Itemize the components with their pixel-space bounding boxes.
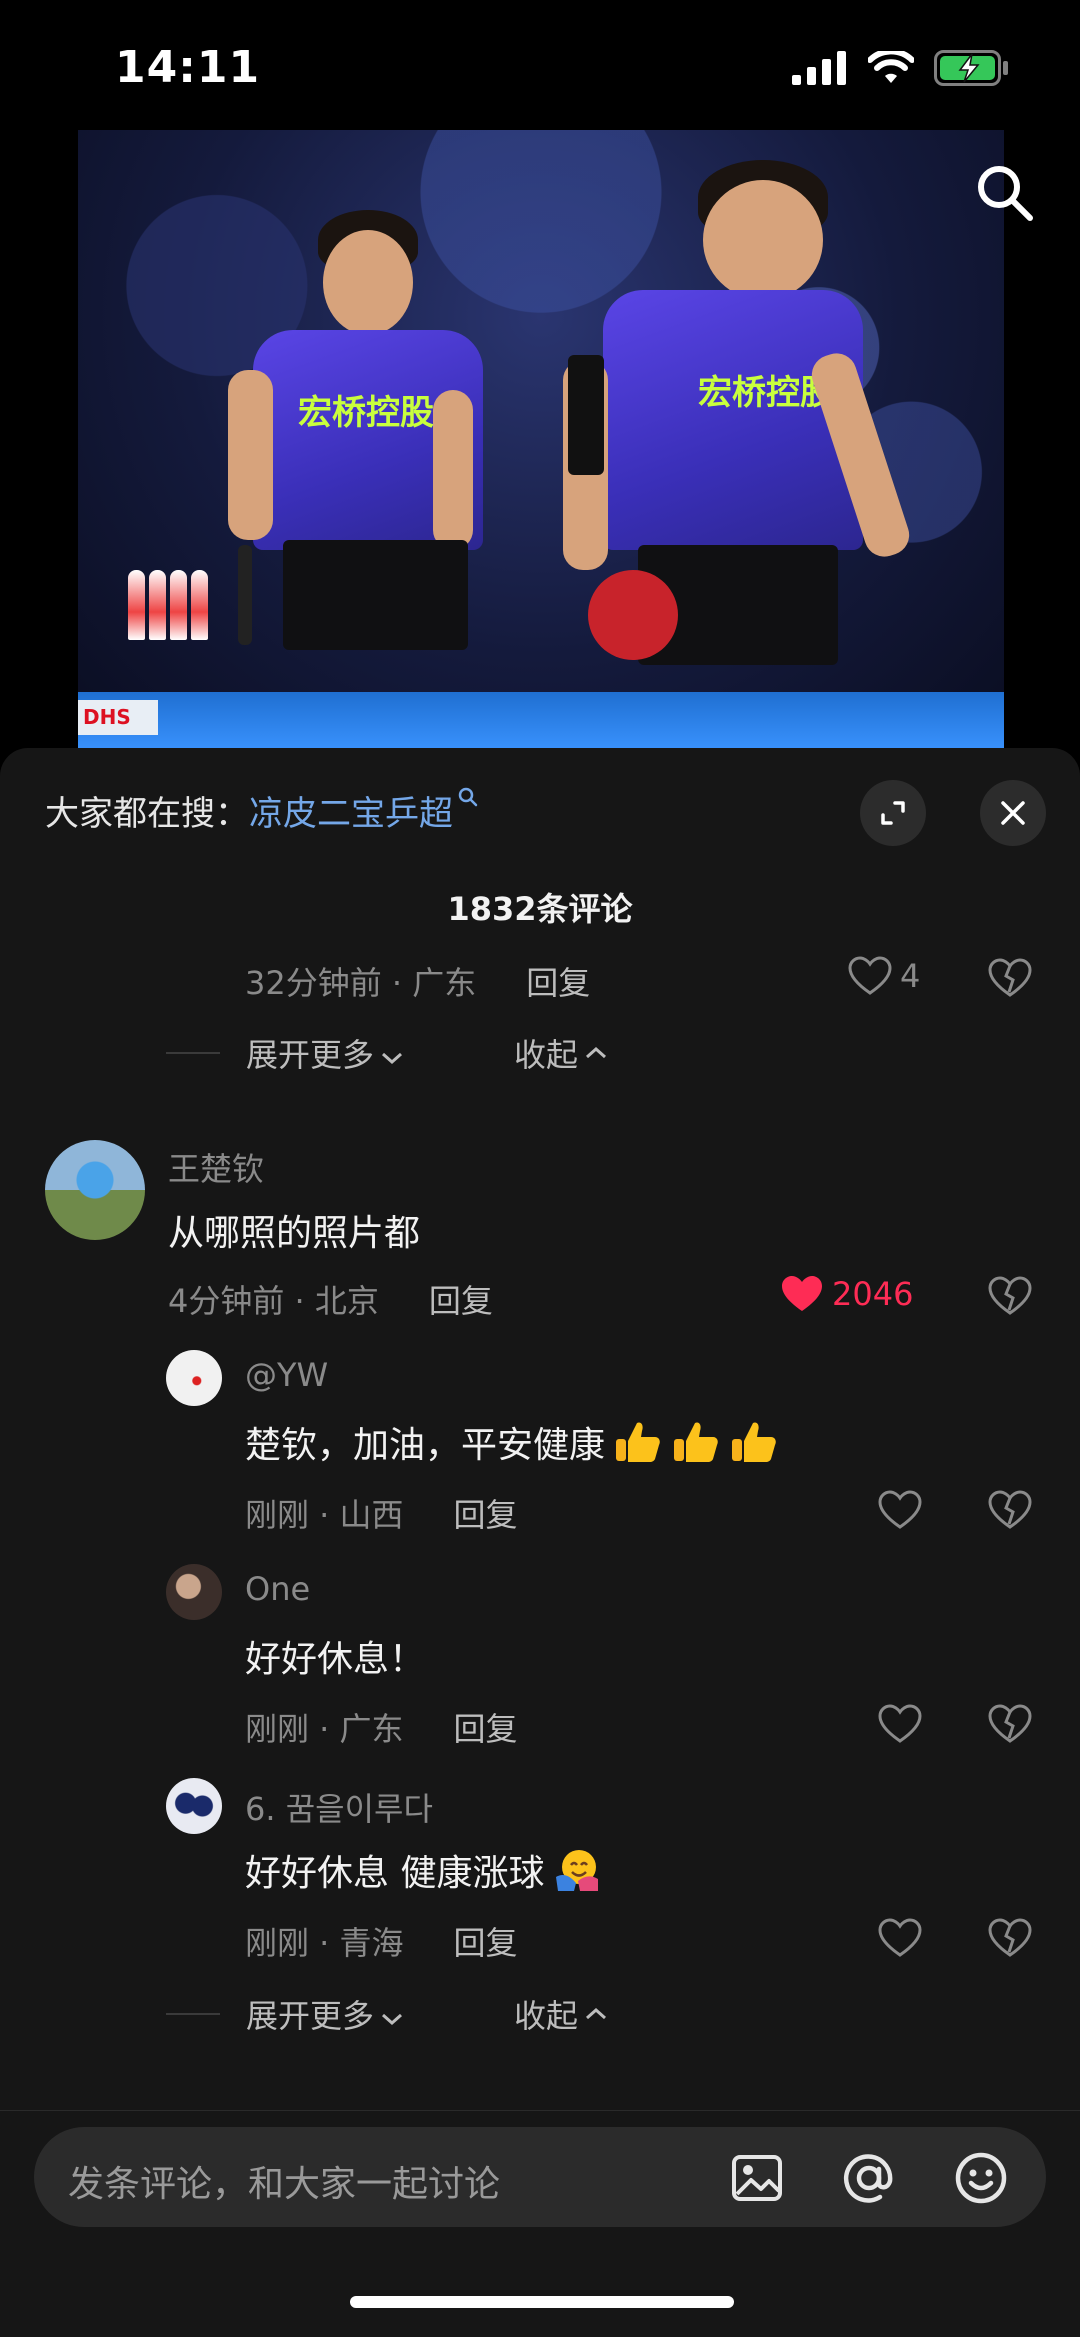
reply-1-broken-heart-icon[interactable] — [988, 1490, 1032, 1530]
thumbs-up-icon — [616, 1422, 660, 1462]
image-picker-button[interactable] — [728, 2149, 786, 2207]
jersey-text-left: 宏桥控股 — [298, 393, 434, 433]
reply-2-time-location: 刚刚 · 广东 — [245, 1710, 404, 1748]
reply-1-heart-outline-icon[interactable] — [878, 1490, 922, 1530]
expand-icon — [881, 801, 905, 825]
top-expand-more-button[interactable]: 展开更多 — [246, 1030, 404, 1076]
hot-search[interactable]: 大家都在搜：凉皮二宝乒超 — [45, 786, 479, 835]
reply-2-username[interactable]: One — [245, 1570, 310, 1608]
hot-search-icon — [458, 787, 478, 807]
bottom-collapse-button[interactable]: 收起 — [514, 1991, 608, 2037]
sheet-header: 大家都在搜：凉皮二宝乒超 — [0, 748, 1080, 858]
emoji-button[interactable] — [952, 2149, 1010, 2207]
image-icon — [732, 2155, 782, 2201]
main-comment-like-count: 2046 — [832, 1275, 914, 1313]
reply-1-meta: 刚刚 · 山西 回复 — [245, 1490, 518, 1536]
reply-2-meta: 刚刚 · 广东 回复 — [245, 1704, 518, 1750]
reply-2-text: 好好休息！ — [245, 1639, 426, 1680]
top-reply-like-count: 4 — [900, 957, 921, 995]
water-bottles — [128, 570, 208, 640]
reply-1-time-location: 刚刚 · 山西 — [245, 1496, 404, 1534]
player-left: 宏桥控股 — [228, 210, 488, 752]
main-comment-broken-heart-icon[interactable] — [988, 1276, 1032, 1316]
reply-1-reply-button[interactable]: 回复 — [454, 1490, 518, 1536]
status-bar: 14:11 — [0, 0, 1080, 130]
reply-3-broken-heart-icon[interactable] — [988, 1918, 1032, 1958]
reply-1-avatar[interactable] — [166, 1350, 222, 1406]
main-comment-reply-button[interactable]: 回复 — [429, 1276, 493, 1322]
reply-3-time-location: 刚刚 · 青海 — [245, 1924, 404, 1962]
expand-sheet-button[interactable] — [860, 780, 926, 846]
wifi-icon — [868, 51, 914, 83]
chevron-down-icon — [382, 1052, 403, 1065]
reply-1-username[interactable]: @YW — [245, 1356, 328, 1394]
reply-3-heart-outline-icon[interactable] — [878, 1918, 922, 1958]
hot-search-keyword[interactable]: 凉皮二宝乒超 — [249, 794, 453, 834]
main-comment-like-button[interactable]: 2046 — [780, 1274, 913, 1314]
mention-button[interactable] — [840, 2149, 898, 2207]
comment-sheet: 大家都在搜：凉皮二宝乒超 1832条评论 32分钟前 · 广东 回复 4 展开更… — [0, 748, 1080, 2337]
at-sign-icon — [843, 2154, 893, 2203]
reply-1-text: 楚钦，加油，平安健康 — [245, 1416, 779, 1468]
reply-2-avatar[interactable] — [166, 1564, 222, 1620]
reply-2-broken-heart-icon[interactable] — [988, 1704, 1032, 1744]
hot-search-prefix: 大家都在搜： — [45, 794, 249, 834]
video-player[interactable]: DHS 宏桥控股 宏桥控股 — [78, 130, 1004, 752]
top-reply-broken-heart-icon[interactable] — [988, 958, 1032, 998]
comment-input-placeholder: 发条评论，和大家一起讨论 — [68, 2164, 501, 2205]
bottom-expand-more-button[interactable]: 展开更多 — [246, 1991, 404, 2037]
main-comment-time-location: 4分钟前 · 北京 — [168, 1282, 379, 1320]
comment-input[interactable]: 发条评论，和大家一起讨论 — [34, 2127, 1046, 2227]
chevron-down-icon — [382, 2013, 403, 2026]
top-collapse-button[interactable]: 收起 — [514, 1030, 608, 1076]
bottom-expand-row: 展开更多 收起 — [166, 1991, 608, 2037]
close-sheet-button[interactable] — [980, 780, 1046, 846]
main-comment-text: 从哪照的照片都 — [168, 1213, 421, 1254]
reply-3-text: 好好休息 健康涨球 — [245, 1844, 602, 1896]
status-icons — [792, 50, 1010, 86]
screen: 14:11 DHS 宏桥控股 宏桥控股 大家都在搜：凉皮二宝乒超 1832条评论… — [0, 0, 1080, 2337]
main-comment-avatar[interactable] — [45, 1140, 145, 1240]
smiley-icon — [955, 2152, 1007, 2204]
chevron-up-icon — [586, 2007, 607, 2020]
search-icon[interactable] — [972, 160, 1036, 224]
player-right: 宏桥控股 — [538, 160, 938, 752]
thumbs-up-icon — [674, 1422, 718, 1462]
status-time: 14:11 — [115, 42, 261, 93]
top-reply-meta: 32分钟前 · 广东 回复 — [245, 958, 590, 1004]
top-reply-reply-button[interactable]: 回复 — [526, 958, 590, 1004]
comment-count-title: 1832条评论 — [447, 890, 633, 928]
top-expand-row: 展开更多 收起 — [166, 1030, 608, 1076]
board-logo: DHS — [78, 700, 158, 735]
heart-outline-icon — [848, 956, 892, 995]
main-comment-username[interactable]: 王楚钦 — [168, 1144, 264, 1190]
cellular-signal-icon — [792, 51, 846, 85]
top-reply-time-location: 32分钟前 · 广东 — [245, 964, 477, 1002]
thumbs-up-icon — [732, 1422, 776, 1462]
chevron-up-icon — [586, 1046, 607, 1059]
home-indicator[interactable] — [350, 2296, 734, 2308]
reply-3-avatar[interactable] — [166, 1778, 222, 1834]
reply-2-reply-button[interactable]: 回复 — [454, 1704, 518, 1750]
close-icon — [1001, 801, 1025, 825]
reply-3-meta: 刚刚 · 青海 回复 — [245, 1918, 518, 1964]
top-reply-like-button[interactable]: 4 — [848, 956, 920, 996]
reply-3-reply-button[interactable]: 回复 — [454, 1918, 518, 1964]
heart-filled-icon — [782, 1276, 822, 1311]
reply-3-username[interactable]: 6. 꿈을이루다 — [245, 1784, 433, 1830]
main-comment-meta: 4分钟前 · 北京 回复 — [168, 1276, 493, 1322]
hugging-face-icon — [556, 1850, 599, 1891]
battery-charging-icon — [934, 50, 1008, 86]
reply-2-heart-outline-icon[interactable] — [878, 1704, 922, 1744]
